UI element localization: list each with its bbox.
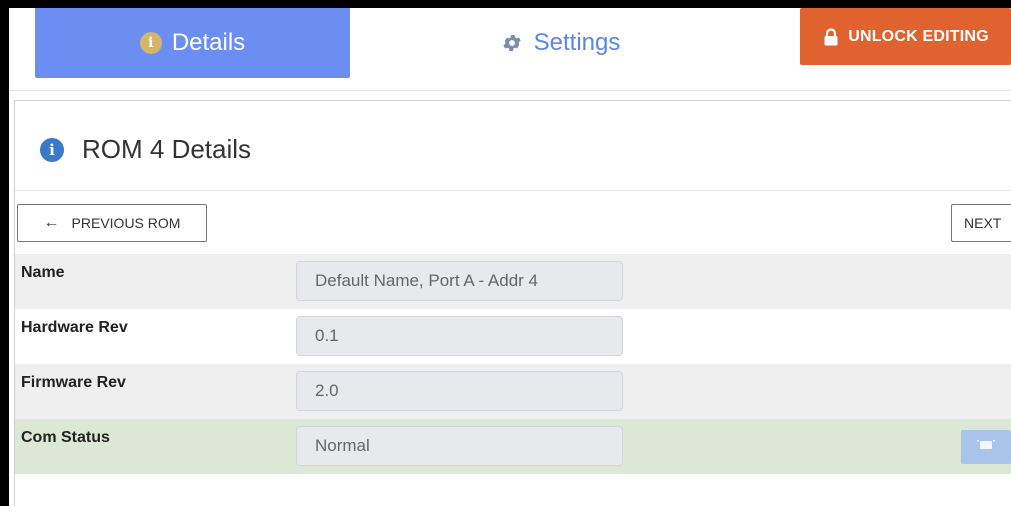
page-title-text: ROM 4 Details bbox=[82, 134, 252, 164]
previous-rom-button[interactable]: ← PREVIOUS ROM bbox=[17, 204, 207, 242]
gear-icon bbox=[500, 31, 524, 55]
lock-icon bbox=[822, 27, 840, 46]
next-rom-label: NEXT bbox=[964, 215, 1002, 231]
tabs-divider bbox=[9, 90, 1011, 91]
detail-row-com-status: Com Status Normal bbox=[15, 419, 1011, 474]
app-window: i Details Settings UNLOCK EDITING i ROM … bbox=[0, 0, 1011, 506]
window-border-left bbox=[0, 0, 9, 506]
unlock-editing-label: UNLOCK EDITING bbox=[848, 27, 989, 45]
tab-details[interactable]: i Details bbox=[35, 8, 350, 78]
firmware-rev-field: 2.0 bbox=[296, 371, 623, 411]
detail-row-name: Name Default Name, Port A - Addr 4 bbox=[15, 254, 1011, 309]
page-title: i ROM 4 Details bbox=[40, 134, 251, 165]
title-divider bbox=[15, 190, 1011, 191]
row-label: Com Status bbox=[21, 429, 110, 446]
name-field: Default Name, Port A - Addr 4 bbox=[296, 261, 623, 301]
com-status-button[interactable] bbox=[961, 430, 1011, 464]
info-icon: i bbox=[139, 32, 162, 54]
row-label: Name bbox=[21, 264, 65, 281]
tab-settings-label: Settings bbox=[533, 29, 621, 56]
status-icon bbox=[977, 438, 995, 457]
detail-row-hardware-rev: Hardware Rev 0.1 bbox=[15, 309, 1011, 364]
unlock-editing-button[interactable]: UNLOCK EDITING bbox=[800, 8, 1011, 65]
next-rom-button[interactable]: NEXT bbox=[951, 204, 1011, 242]
tab-settings[interactable]: Settings bbox=[350, 8, 770, 78]
hardware-rev-field: 0.1 bbox=[296, 316, 623, 356]
row-label: Firmware Rev bbox=[21, 374, 126, 391]
info-icon: i bbox=[40, 137, 64, 162]
window-border-top bbox=[0, 0, 1011, 8]
tab-details-label: Details bbox=[171, 29, 246, 56]
arrow-left-icon: ← bbox=[43, 214, 60, 231]
previous-rom-label: PREVIOUS ROM bbox=[71, 215, 181, 231]
row-label: Hardware Rev bbox=[21, 319, 128, 336]
detail-row-firmware-rev: Firmware Rev 2.0 bbox=[15, 364, 1011, 419]
com-status-field: Normal bbox=[296, 426, 623, 466]
